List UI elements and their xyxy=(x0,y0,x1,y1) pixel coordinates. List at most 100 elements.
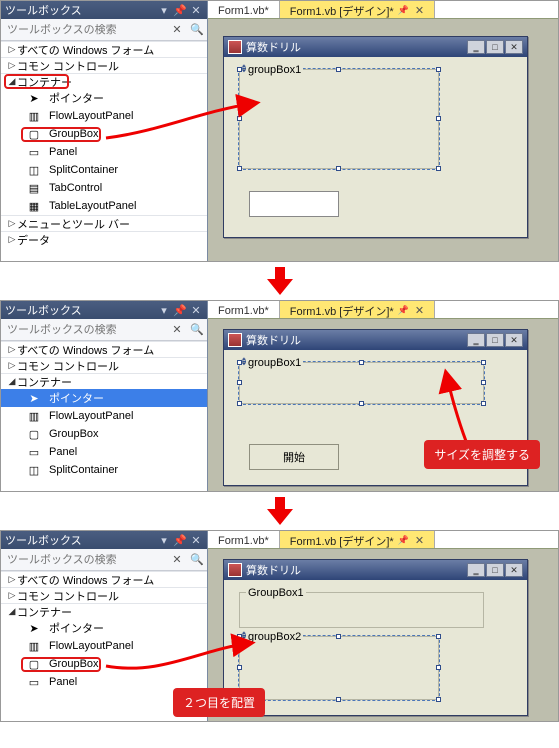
tab-form1-vb[interactable]: Form1.vb* xyxy=(208,1,280,18)
resize-handle[interactable] xyxy=(436,634,441,639)
toolbox-item-pointer[interactable]: ➤ ポインター xyxy=(1,89,207,107)
toolbox-item-panel[interactable]: ▭ Panel xyxy=(1,443,207,461)
start-button-decoy[interactable] xyxy=(249,191,339,217)
toolbox-item-flowlayoutpanel[interactable]: ▥ FlowLayoutPanel xyxy=(1,637,207,655)
form-client-area[interactable]: GroupBox1 ✥ groupBox2 xyxy=(224,580,527,715)
minimize-icon[interactable]: ‗ xyxy=(467,40,485,54)
minimize-icon[interactable]: ‗ xyxy=(467,563,485,577)
resize-handle[interactable] xyxy=(436,67,441,72)
search-icon[interactable]: 🔍 xyxy=(187,320,207,340)
resize-handle[interactable] xyxy=(237,665,242,670)
resize-handle[interactable] xyxy=(336,67,341,72)
resize-handle[interactable] xyxy=(237,360,242,365)
category-all-windows-forms[interactable]: ▷ すべての Windows フォーム xyxy=(1,341,207,357)
clear-icon[interactable]: ✕ xyxy=(167,20,187,40)
tab-form1-design[interactable]: Form1.vb [デザイン]* 📌 ✕ xyxy=(280,301,435,318)
resize-handle[interactable] xyxy=(237,634,242,639)
category-all-windows-forms[interactable]: ▷ すべての Windows フォーム xyxy=(1,571,207,587)
search-icon[interactable]: 🔍 xyxy=(187,20,207,40)
toolbox-item-groupbox[interactable]: ▢ GroupBox xyxy=(1,125,207,143)
toolbox-item-flowlayoutpanel[interactable]: ▥ FlowLayoutPanel xyxy=(1,107,207,125)
form-client-area[interactable]: ✥ groupBox1 xyxy=(224,57,527,237)
close-icon[interactable]: ✕ xyxy=(505,40,523,54)
minimize-icon[interactable]: ‗ xyxy=(467,333,485,347)
resize-handle[interactable] xyxy=(336,166,341,171)
toolbox-menu-icon[interactable]: ▾ xyxy=(157,303,171,317)
category-containers[interactable]: ◢ コンテナー xyxy=(1,73,207,89)
close-icon[interactable]: ✕ xyxy=(415,534,424,547)
clear-icon[interactable]: ✕ xyxy=(167,550,187,570)
toolbox-item-splitcontainer[interactable]: ◫ SplitContainer xyxy=(1,461,207,479)
toolbox-menu-icon[interactable]: ▾ xyxy=(157,533,171,547)
maximize-icon[interactable]: □ xyxy=(486,40,504,54)
form-title-bar[interactable]: 算数ドリル ‗ □ ✕ xyxy=(224,330,527,350)
maximize-icon[interactable]: □ xyxy=(486,563,504,577)
pin-icon[interactable]: 📌 xyxy=(398,5,409,16)
resize-handle[interactable] xyxy=(481,401,486,406)
pin-icon[interactable]: 📌 xyxy=(398,535,409,546)
pin-icon[interactable]: 📌 xyxy=(173,3,187,17)
resize-handle[interactable] xyxy=(359,401,364,406)
maximize-icon[interactable]: □ xyxy=(486,333,504,347)
resize-handle[interactable] xyxy=(436,116,441,121)
search-input[interactable] xyxy=(1,324,167,336)
tab-form1-design[interactable]: Form1.vb [デザイン]* 📌 ✕ xyxy=(280,531,435,548)
toolbox-item-pointer[interactable]: ➤ ポインター xyxy=(1,389,207,407)
resize-handle[interactable] xyxy=(436,697,441,702)
resize-handle[interactable] xyxy=(481,360,486,365)
search-input[interactable] xyxy=(1,554,167,566)
resize-handle[interactable] xyxy=(436,166,441,171)
toolbox-item-flowlayoutpanel[interactable]: ▥ FlowLayoutPanel xyxy=(1,407,207,425)
category-data[interactable]: ▷ データ xyxy=(1,231,207,247)
start-button[interactable]: 開始 xyxy=(249,444,339,470)
groupbox1-control[interactable]: ✥ groupBox1 xyxy=(239,69,439,169)
category-common-controls[interactable]: ▷ コモン コントロール xyxy=(1,57,207,73)
resize-handle[interactable] xyxy=(436,665,441,670)
tab-form1-design[interactable]: Form1.vb [デザイン]* 📌 ✕ xyxy=(280,1,435,18)
pin-icon[interactable]: 📌 xyxy=(173,533,187,547)
toolbox-menu-icon[interactable]: ▾ xyxy=(157,3,171,17)
resize-handle[interactable] xyxy=(336,634,341,639)
form-title-bar[interactable]: 算数ドリル ‗ □ ✕ xyxy=(224,560,527,580)
tab-form1-vb[interactable]: Form1.vb* xyxy=(208,531,280,548)
toolbox-item-splitcontainer[interactable]: ◫ SplitContainer xyxy=(1,161,207,179)
groupbox1-control[interactable]: ✥ groupBox1 xyxy=(239,362,484,404)
search-input[interactable] xyxy=(1,24,167,36)
close-icon[interactable]: ✕ xyxy=(189,303,203,317)
toolbox-item-tablelayoutpanel[interactable]: ▦ TableLayoutPanel xyxy=(1,197,207,215)
groupbox2-control[interactable]: ✥ groupBox2 xyxy=(239,636,439,700)
toolbox-item-panel[interactable]: ▭ Panel xyxy=(1,143,207,161)
category-containers[interactable]: ◢ コンテナー xyxy=(1,373,207,389)
groupbox1-control[interactable]: GroupBox1 xyxy=(239,592,484,628)
category-containers[interactable]: ◢ コンテナー xyxy=(1,603,207,619)
close-icon[interactable]: ✕ xyxy=(505,563,523,577)
pin-icon[interactable]: 📌 xyxy=(173,303,187,317)
close-icon[interactable]: ✕ xyxy=(415,4,424,17)
resize-handle[interactable] xyxy=(237,380,242,385)
clear-icon[interactable]: ✕ xyxy=(167,320,187,340)
close-icon[interactable]: ✕ xyxy=(189,533,203,547)
resize-handle[interactable] xyxy=(237,166,242,171)
category-menus-toolbars[interactable]: ▷ メニューとツール バー xyxy=(1,215,207,231)
toolbox-item-groupbox[interactable]: ▢ GroupBox xyxy=(1,655,207,673)
resize-handle[interactable] xyxy=(237,401,242,406)
category-common-controls[interactable]: ▷ コモン コントロール xyxy=(1,587,207,603)
toolbox-item-pointer[interactable]: ➤ ポインター xyxy=(1,619,207,637)
form-designer-window[interactable]: 算数ドリル ‗ □ ✕ ✥ groupBox1 xyxy=(223,36,528,238)
tab-form1-vb[interactable]: Form1.vb* xyxy=(208,301,280,318)
pin-icon[interactable]: 📌 xyxy=(398,305,409,316)
category-all-windows-forms[interactable]: ▷ すべての Windows フォーム xyxy=(1,41,207,57)
form-title-bar[interactable]: 算数ドリル ‗ □ ✕ xyxy=(224,37,527,57)
close-icon[interactable]: ✕ xyxy=(505,333,523,347)
resize-handle[interactable] xyxy=(237,116,242,121)
category-common-controls[interactable]: ▷ コモン コントロール xyxy=(1,357,207,373)
close-icon[interactable]: ✕ xyxy=(189,3,203,17)
toolbox-item-groupbox[interactable]: ▢ GroupBox xyxy=(1,425,207,443)
search-icon[interactable]: 🔍 xyxy=(187,550,207,570)
close-icon[interactable]: ✕ xyxy=(415,304,424,317)
resize-handle[interactable] xyxy=(336,697,341,702)
form-designer-window[interactable]: 算数ドリル ‗ □ ✕ GroupBox1 ✥ groupBox2 xyxy=(223,559,528,716)
resize-handle[interactable] xyxy=(481,380,486,385)
toolbox-item-tabcontrol[interactable]: ▤ TabControl xyxy=(1,179,207,197)
resize-handle[interactable] xyxy=(359,360,364,365)
